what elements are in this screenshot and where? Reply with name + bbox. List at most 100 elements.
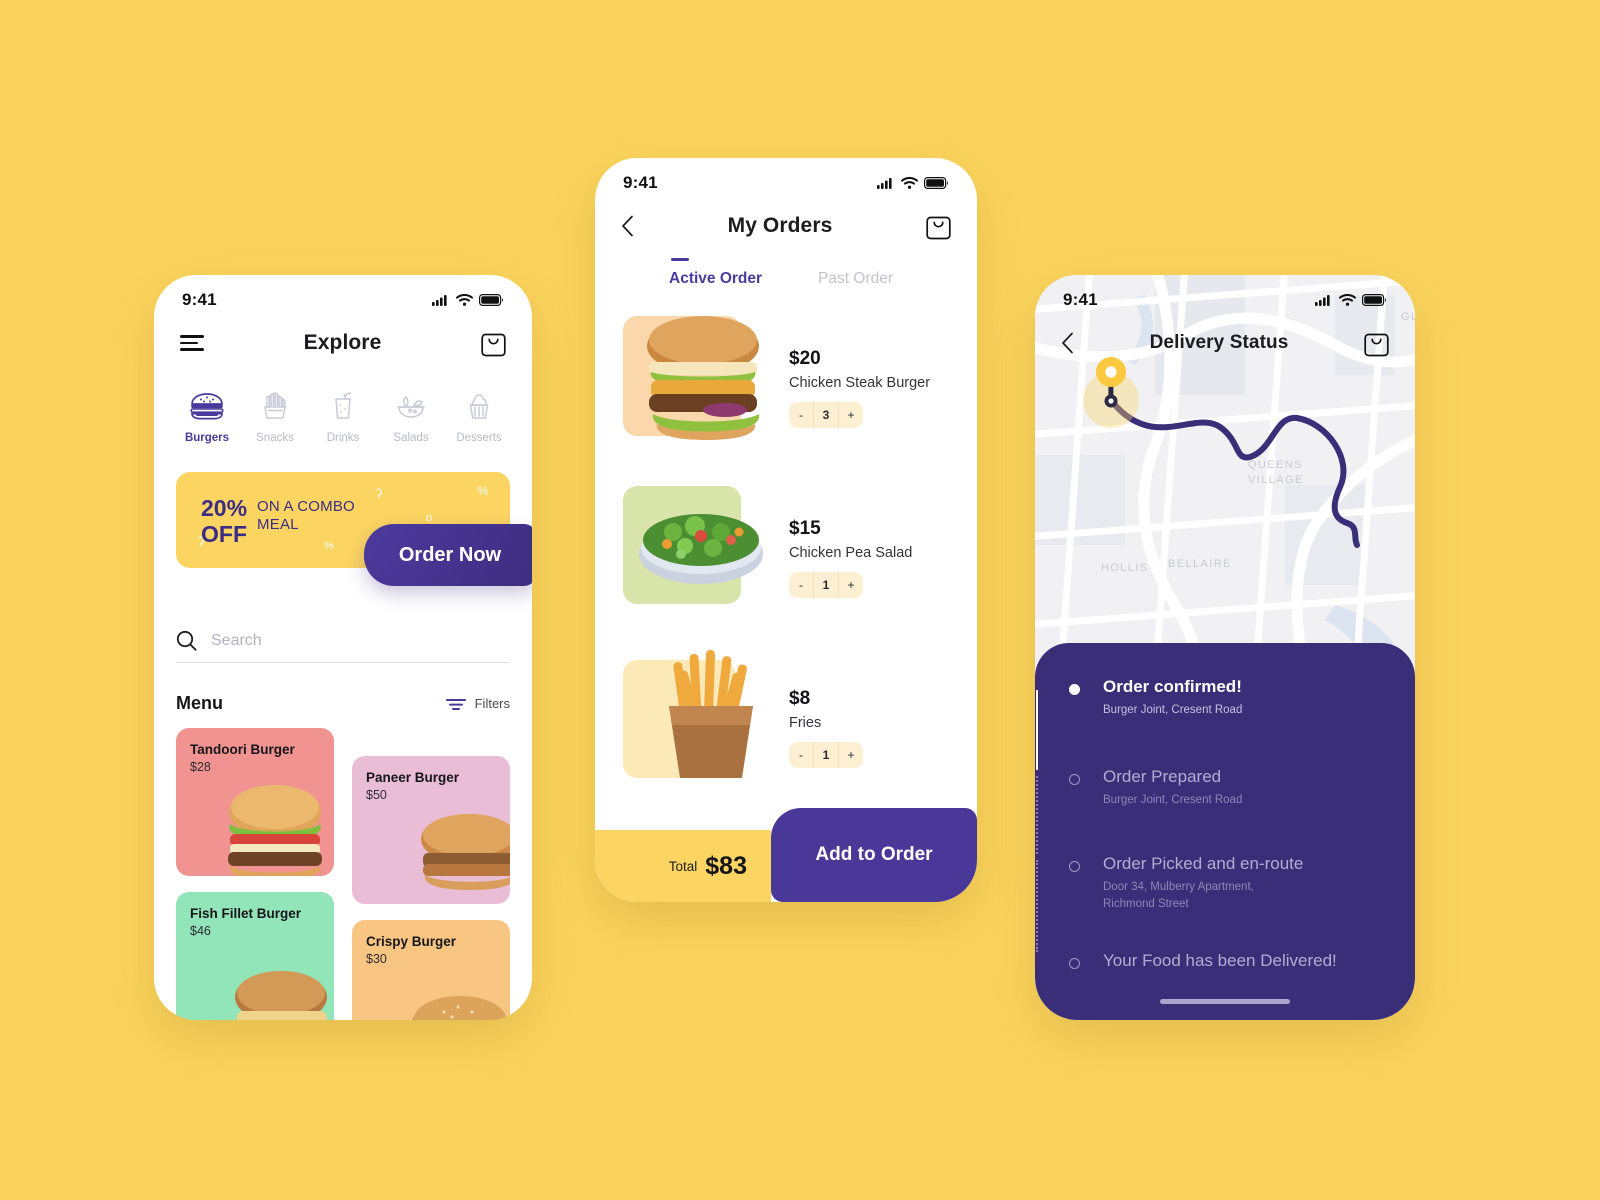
map-label: QUEENS: [1248, 459, 1303, 471]
decrement-button[interactable]: -: [789, 402, 813, 428]
quantity-stepper[interactable]: - 3 +: [789, 402, 863, 428]
category-salads[interactable]: Salads: [380, 385, 442, 444]
category-snacks[interactable]: Snacks: [244, 385, 306, 444]
menu-card[interactable]: Fish Fillet Burger $46: [176, 892, 334, 1020]
filters-button[interactable]: Filters: [445, 696, 510, 711]
order-items-list: $20 Chicken Steak Burger - 3 + $15 Chick…: [595, 288, 977, 820]
chevron-left-icon[interactable]: [1061, 332, 1074, 354]
order-item-thumb: [623, 480, 775, 620]
order-item-price: $8: [789, 688, 811, 709]
category-label: Drinks: [326, 432, 360, 444]
phone-explore-screen: 9:41 Explore Burgers Snacks Drinks Salad…: [154, 275, 532, 1020]
order-item-row: $8 Fries - 1 +: [595, 650, 977, 820]
burger-photo: [228, 785, 322, 876]
menu-card[interactable]: Paneer Burger $50: [352, 756, 510, 904]
step-title: Order confirmed!: [1103, 677, 1242, 696]
battery-icon: [924, 177, 948, 189]
promo-off: OFF: [201, 520, 247, 547]
burger-photo: [235, 971, 327, 1020]
delivery-timeline-panel: Order confirmed! Burger Joint, Cresent R…: [1035, 643, 1415, 1020]
category-desserts[interactable]: Desserts: [448, 385, 510, 444]
promo-line2: MEAL: [257, 516, 299, 533]
menu-card-price: $30: [366, 952, 387, 966]
step-marker-icon: [1069, 861, 1080, 873]
tracking-navbar: Delivery Status: [1035, 317, 1415, 369]
cupcake-icon: [463, 385, 495, 421]
menu-card-grid: Tandoori Burger $28 Paneer Burger $50 Fi…: [176, 728, 510, 1020]
order-total: Total $83: [595, 830, 771, 902]
menu-card-name: Crispy Burger: [366, 934, 457, 949]
timeline-step: Order Picked and en-route Door 34, Mulbe…: [1069, 854, 1415, 912]
total-value: $83: [705, 851, 747, 880]
decrement-button[interactable]: -: [789, 572, 813, 598]
burger-photo: [421, 814, 510, 890]
search-bar[interactable]: Search: [176, 630, 510, 663]
page-title: Delivery Status: [1149, 332, 1289, 353]
fries-icon: [258, 385, 292, 421]
shopping-bag-icon[interactable]: [1364, 330, 1389, 357]
increment-button[interactable]: +: [839, 402, 863, 428]
timeline-connector: [1036, 690, 1039, 770]
hamburger-icon[interactable]: [180, 335, 204, 351]
battery-icon: [1362, 294, 1386, 306]
timeline-step: Your Food has been Delivered!: [1069, 951, 1415, 971]
timeline-step: Order confirmed! Burger Joint, Cresent R…: [1069, 677, 1415, 719]
category-drinks[interactable]: Drinks: [312, 385, 374, 444]
chevron-left-icon[interactable]: [621, 215, 634, 237]
menu-title: Menu: [176, 693, 223, 713]
status-bar-time: 9:41: [182, 290, 217, 309]
quantity-stepper[interactable]: - 1 +: [789, 572, 863, 598]
category-label: Desserts: [456, 432, 502, 444]
increment-button[interactable]: +: [839, 572, 863, 598]
wifi-icon: [456, 294, 473, 306]
orders-navbar: My Orders: [595, 200, 977, 252]
step-marker-icon: [1069, 957, 1080, 969]
filter-icon: [445, 698, 466, 710]
step-subtitle: Burger Joint, Cresent Road: [1103, 704, 1243, 716]
add-to-order-button[interactable]: Add to Order: [771, 808, 977, 902]
category-burgers[interactable]: Burgers: [176, 385, 238, 444]
step-marker-icon: [1069, 773, 1080, 785]
shopping-bag-icon[interactable]: [926, 213, 951, 240]
map-label: VILLAGE: [1248, 474, 1304, 486]
quantity-stepper[interactable]: - 1 +: [789, 742, 863, 768]
menu-card[interactable]: Tandoori Burger $28: [176, 728, 334, 876]
order-item-info: $15 Chicken Pea Salad - 1 +: [775, 480, 912, 598]
menu-card-price: $46: [190, 924, 211, 938]
order-item-name: Chicken Steak Burger: [789, 375, 931, 391]
tab-active-order[interactable]: Active Order: [669, 258, 762, 288]
order-now-button[interactable]: Order Now: [364, 524, 532, 586]
shopping-bag-icon[interactable]: [481, 330, 506, 357]
step-subtitle: Burger Joint, Cresent Road: [1103, 793, 1243, 806]
category-tabs: Burgers Snacks Drinks Salads Desserts: [154, 369, 532, 444]
quantity-value: 1: [813, 742, 839, 768]
timeline-connector: [1036, 776, 1039, 854]
status-bar: 9:41: [595, 158, 977, 200]
timeline-connector: [1036, 860, 1039, 952]
menu-card-price: $50: [366, 788, 387, 802]
category-label: Salads: [393, 432, 429, 444]
tab-past-order[interactable]: Past Order: [818, 270, 893, 288]
quantity-value: 1: [813, 572, 839, 598]
filters-label: Filters: [474, 696, 510, 711]
status-bar-time: 9:41: [1063, 290, 1098, 309]
order-item-thumb: [623, 650, 775, 790]
home-indicator: [1160, 999, 1290, 1004]
map-label: HOLLIS: [1101, 562, 1149, 574]
circle-decor-icon: o: [426, 512, 433, 524]
increment-button[interactable]: +: [839, 742, 863, 768]
burger-photo: [412, 996, 508, 1020]
promo-percent: 20%: [201, 495, 248, 521]
timeline-step: Order Prepared Burger Joint, Cresent Roa…: [1069, 766, 1415, 809]
wifi-icon: [1339, 294, 1356, 306]
step-title: Order Prepared: [1103, 766, 1222, 786]
menu-card-price: $28: [190, 760, 211, 774]
signal-icon: [1315, 295, 1330, 306]
menu-card[interactable]: Crispy Burger $30: [352, 920, 510, 1020]
order-item-info: $20 Chicken Steak Burger - 3 +: [775, 310, 930, 428]
map-label: BELLAIRE: [1168, 558, 1232, 570]
search-input[interactable]: Search: [211, 632, 262, 650]
order-item-price: $20: [789, 348, 821, 369]
salad-photo: [639, 514, 763, 584]
burger-photo: [647, 316, 760, 440]
